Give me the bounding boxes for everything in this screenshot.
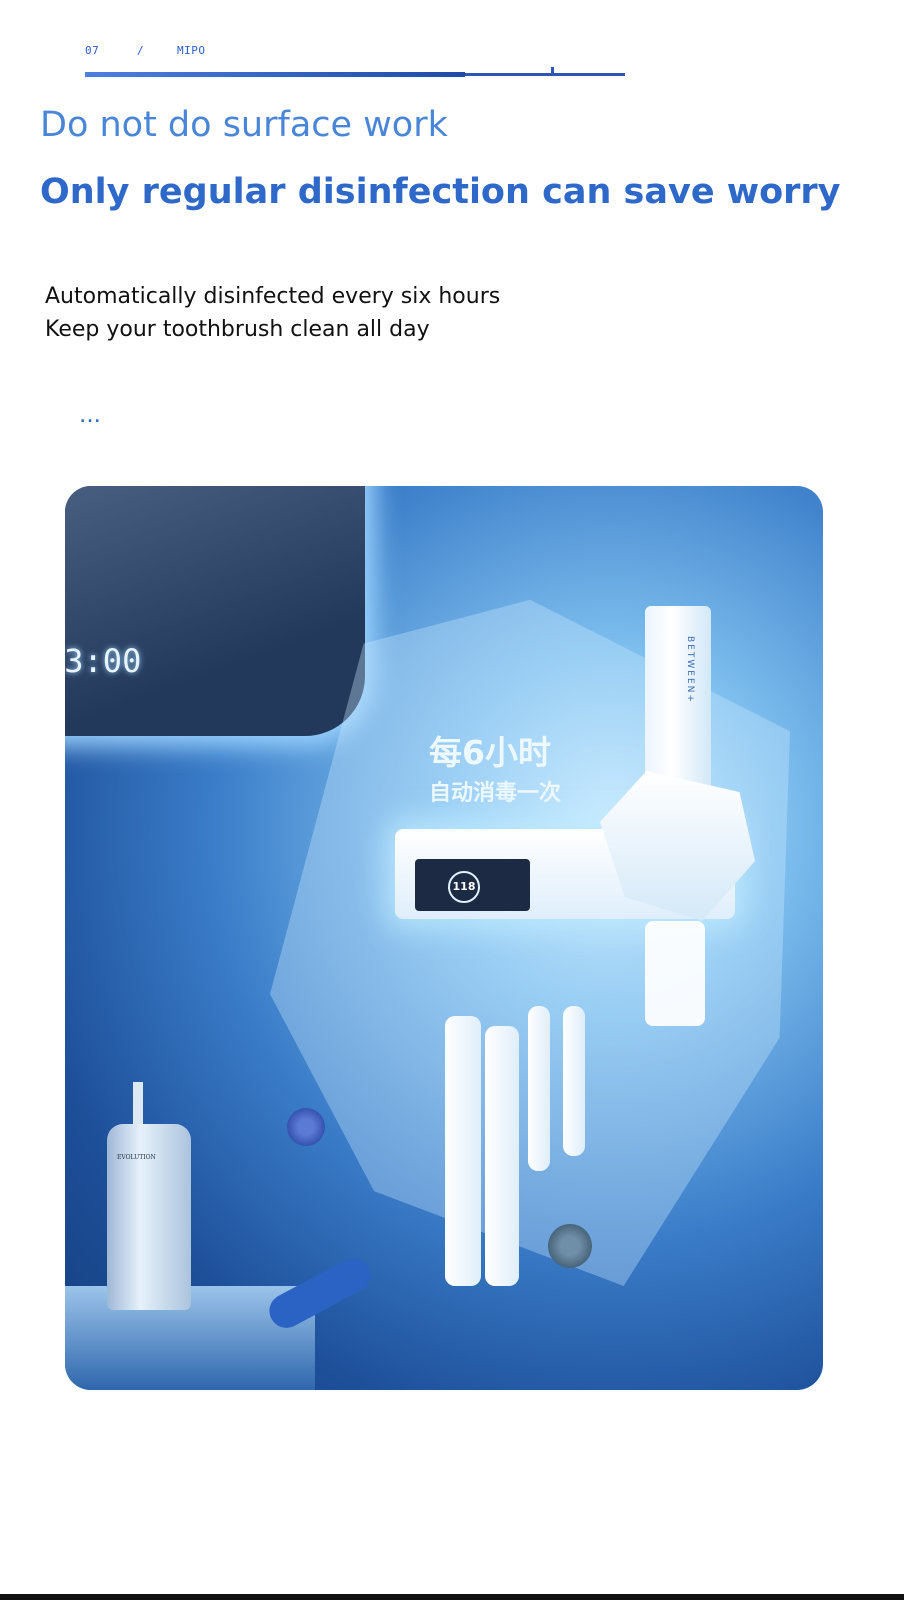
virus-icon	[548, 1224, 592, 1268]
nav-underline-notch	[551, 67, 554, 75]
description-line1: Automatically disinfected every six hour…	[45, 284, 501, 309]
headline-line1: Do not do surface work	[40, 105, 448, 145]
toothpaste-tube	[645, 606, 711, 801]
toothbrush	[528, 1006, 550, 1171]
bottle-label: EVOLUTION	[117, 1154, 156, 1161]
toothbrush	[485, 1026, 519, 1286]
soap-bottle: EVOLUTION	[107, 1124, 191, 1310]
more-dots-icon: ...	[80, 410, 102, 426]
nav-separator: /	[137, 44, 145, 57]
mirror-clock: ☽3:00	[65, 642, 142, 680]
virus-icon	[287, 1108, 325, 1146]
description-line2: Keep your toothbrush clean all day	[45, 317, 430, 342]
overlay-text-line1: 每6小时	[429, 733, 551, 772]
display-number: 118	[452, 880, 476, 893]
bottom-divider	[0, 1594, 904, 1600]
display-ring-icon: 118	[448, 871, 480, 903]
overlay-text-line2: 自动消毒一次	[429, 781, 562, 806]
mirror: ☽3:00	[65, 486, 365, 736]
toothbrush	[445, 1016, 481, 1286]
brand-name: MIPO	[177, 44, 206, 57]
paste-dispenser	[645, 921, 705, 1026]
description: Automatically disinfected every six hour…	[45, 280, 500, 346]
toothbrush	[563, 1006, 585, 1156]
product-photo: ☽3:00 EVOLUTION BETWEEN+ 每6小时 自动消毒一次 118	[65, 486, 823, 1390]
nav-underline-thick	[85, 72, 465, 77]
headline-line2: Only regular disinfection can save worry	[40, 172, 841, 212]
page-number: 07	[85, 44, 100, 57]
toothpaste-brand: BETWEEN+	[685, 636, 695, 704]
device-screen: 118	[415, 859, 530, 911]
nav-underline	[85, 67, 625, 77]
bottle-pump	[133, 1082, 143, 1126]
